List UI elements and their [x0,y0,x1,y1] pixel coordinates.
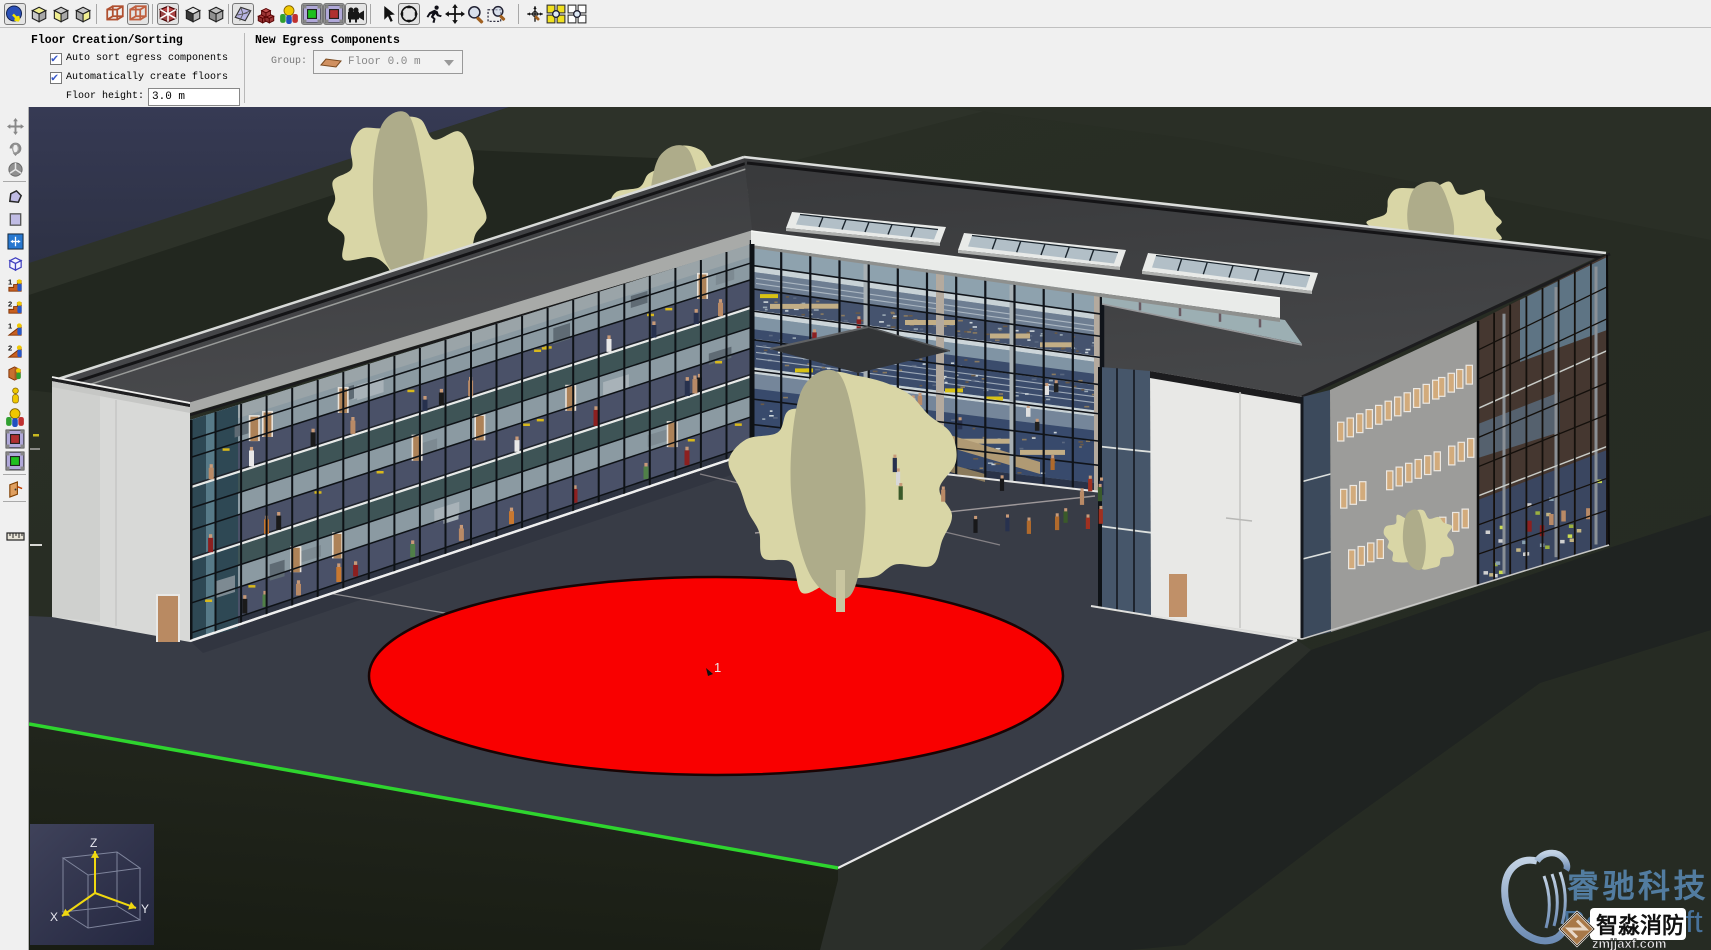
svg-text:X: X [50,910,58,924]
svg-text:Z: Z [90,836,97,850]
svg-text:睿驰科技: 睿驰科技 [1567,868,1709,904]
svg-text:1: 1 [7,321,11,330]
svg-text:zmjjaxf.com: zmjjaxf.com [1592,936,1666,950]
svg-text:2: 2 [7,299,11,308]
svg-text:1: 1 [714,660,721,675]
svg-text:Y: Y [141,902,149,916]
svg-text:1: 1 [7,277,11,286]
svg-text:智淼消防: 智淼消防 [1596,913,1684,938]
svg-text:2: 2 [7,343,11,352]
